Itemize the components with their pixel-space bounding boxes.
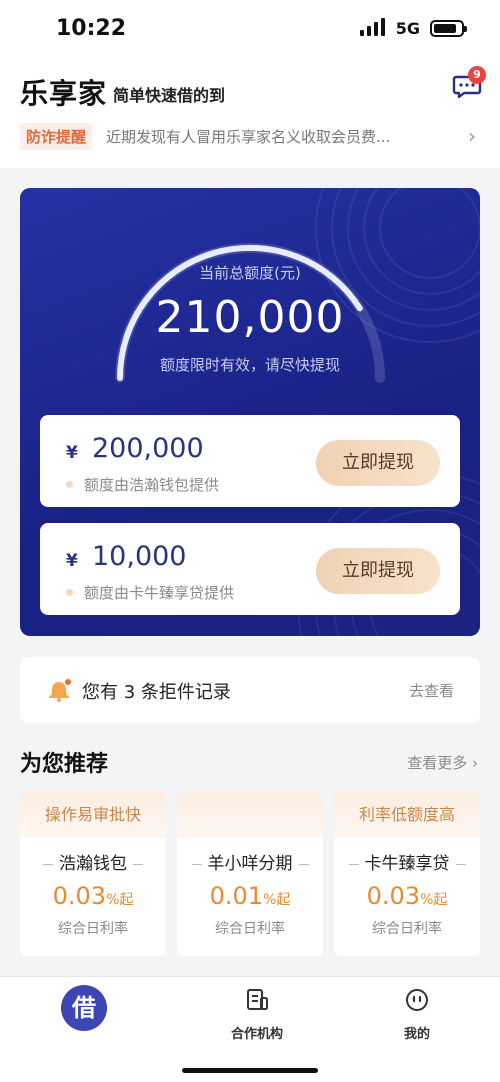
bullet-icon	[66, 481, 73, 488]
product-tag: 利率低额度高	[334, 792, 480, 838]
app-brand: 乐享家	[20, 77, 108, 110]
withdraw-button[interactable]: 立即提现	[316, 548, 440, 594]
offer-source: 额度由卡牛臻享贷提供	[84, 584, 235, 602]
product-name: 羊小咩分期	[177, 849, 323, 874]
rate-value: 0.03	[52, 882, 107, 910]
rate-value: 0.01	[209, 882, 264, 910]
see-more-link[interactable]: 查看更多 ›	[407, 752, 478, 773]
credit-card: 当前总额度(元) 210,000 额度限时有效，请尽快提现 ¥ 200,000 …	[20, 188, 480, 636]
tab-label: 我的	[403, 1027, 430, 1042]
tab-mine[interactable]: 我的	[377, 987, 457, 1042]
rate-label: 综合日利率	[58, 921, 128, 937]
document-icon	[247, 989, 268, 1010]
see-more-label: 查看更多	[407, 754, 468, 772]
battery-icon	[430, 19, 467, 37]
reject-text: 您有 3 条拒件记录	[82, 682, 231, 703]
product-name: 卡牛臻享贷	[334, 849, 480, 874]
app-slogan: 简单快速借的到	[113, 86, 226, 105]
rate-suffix: %起	[106, 892, 134, 908]
offer-card: ¥ 200,000 额度由浩瀚钱包提供 立即提现	[40, 415, 460, 507]
withdraw-button[interactable]: 立即提现	[316, 440, 440, 486]
offer-source: 额度由浩瀚钱包提供	[84, 476, 220, 494]
product-rate: 0.03%起	[20, 882, 166, 910]
status-time: 10:22	[56, 16, 127, 41]
rate-label: 综合日利率	[372, 921, 442, 937]
rate-suffix: %起	[420, 892, 448, 908]
product-card[interactable]: 操作易审批快 浩瀚钱包 0.03%起 综合日利率	[20, 792, 166, 956]
fraud-notice[interactable]: 防诈提醒 近期发现有人冒用乐享家名义收取会员费... ›	[20, 122, 480, 150]
notice-tag: 防诈提醒	[20, 122, 93, 150]
notice-text: 近期发现有人冒用乐享家名义收取会员费...	[106, 127, 391, 146]
chevron-right-icon: ›	[472, 754, 478, 772]
credit-amount: 210,000	[155, 292, 345, 343]
credit-tip: 额度限时有效，请尽快提现	[159, 356, 340, 374]
product-card[interactable]: 利率低额度高 卡牛臻享贷 0.03%起 综合日利率	[334, 792, 480, 956]
product-card[interactable]: 羊小咩分期 0.01%起 综合日利率	[177, 792, 323, 956]
section-title: 为您推荐	[20, 752, 109, 777]
offer-currency: ¥	[66, 551, 78, 571]
tab-bar: 借 合作机构 我的	[0, 976, 500, 1082]
reject-records-banner[interactable]: 您有 3 条拒件记录 去查看	[20, 657, 480, 723]
product-name: 浩瀚钱包	[20, 849, 166, 874]
network-type: 5G	[395, 18, 420, 38]
product-rate: 0.01%起	[177, 882, 323, 910]
offer-card: ¥ 10,000 额度由卡牛臻享贷提供 立即提现	[40, 523, 460, 615]
offer-amount: 10,000	[92, 541, 187, 572]
message-badge: 9	[468, 66, 486, 84]
app-header: 乐享家 简单快速借的到 9 防诈提醒 近期发现有人冒用乐享家名义收取会员费...…	[0, 60, 500, 168]
credit-label: 当前总额度(元)	[199, 264, 301, 282]
bullet-icon	[66, 589, 73, 596]
rate-label: 综合日利率	[215, 921, 285, 937]
offer-amount: 200,000	[92, 433, 204, 464]
reject-view-link[interactable]: 去查看	[409, 680, 454, 701]
product-rate: 0.03%起	[334, 882, 480, 910]
status-bar: 10:22 5G	[0, 0, 500, 60]
offer-currency: ¥	[66, 443, 78, 463]
chevron-right-icon: ›	[468, 124, 476, 148]
bell-icon	[49, 679, 71, 702]
tab-partners[interactable]: 合作机构	[217, 987, 297, 1042]
status-indicators: 5G	[359, 18, 467, 38]
signal-icon	[359, 18, 386, 38]
rate-value: 0.03	[366, 882, 421, 910]
home-indicator[interactable]	[182, 1068, 318, 1073]
profile-icon	[406, 989, 428, 1011]
product-tag: 操作易审批快	[20, 792, 166, 838]
product-tag	[177, 792, 323, 838]
tab-borrow[interactable]: 借	[61, 985, 107, 1031]
rate-suffix: %起	[263, 892, 291, 908]
tab-label: 合作机构	[230, 1027, 283, 1042]
